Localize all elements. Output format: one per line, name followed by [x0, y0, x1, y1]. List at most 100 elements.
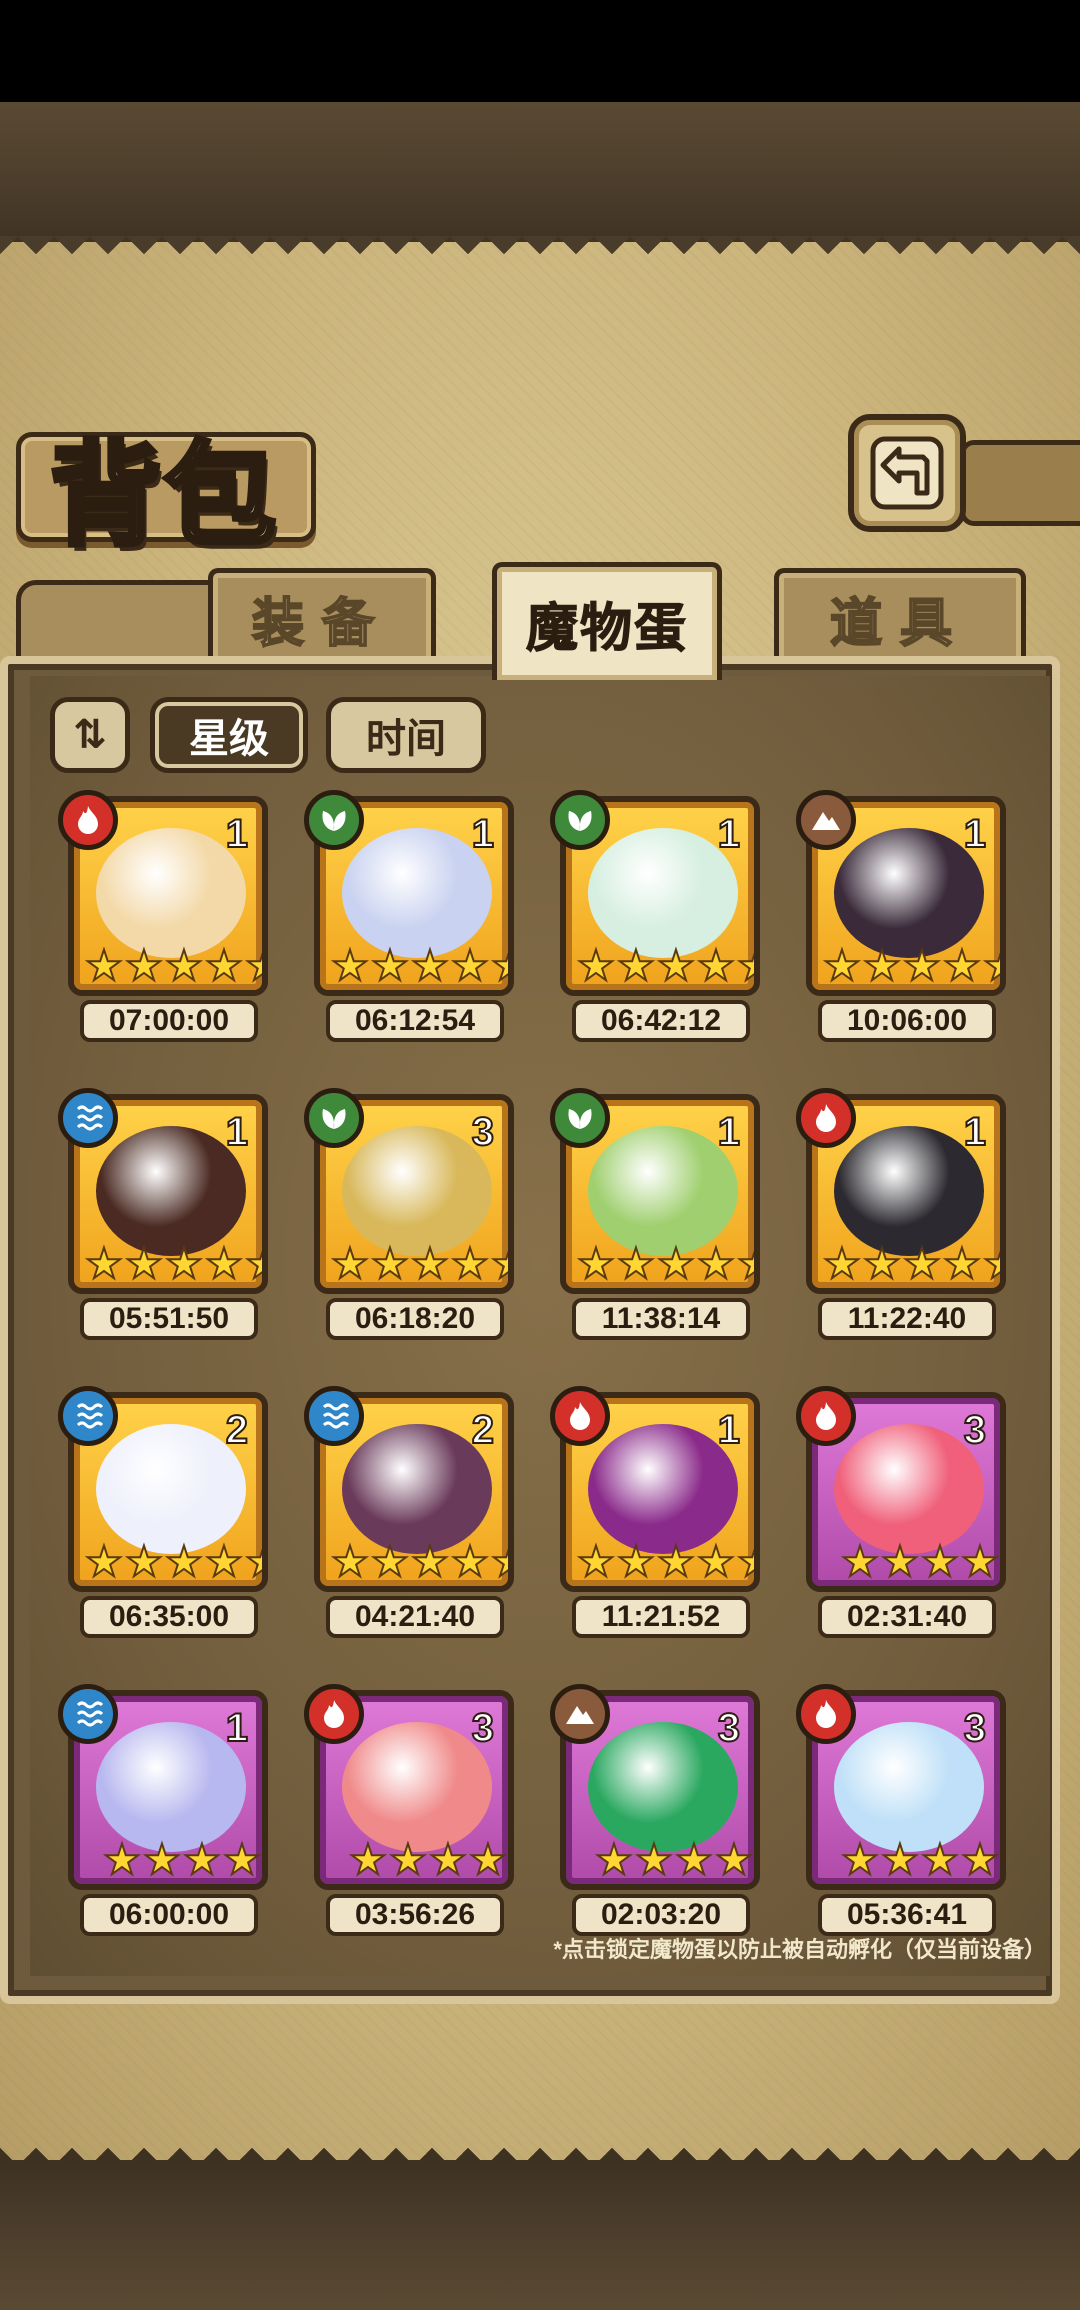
tab-items-label: 道具 [829, 592, 970, 655]
egg-slot[interactable]: 2★★★★★06:35:00 [58, 1386, 268, 1652]
water-element-icon [58, 1088, 118, 1148]
egg-image [342, 1126, 492, 1256]
egg-slot[interactable]: 3★★★★★06:18:20 [304, 1088, 514, 1354]
sort-by-time-button[interactable]: 时间 [326, 697, 486, 773]
star-icon: ★ [902, 1240, 942, 1287]
egg-count: 2 [225, 1407, 249, 1453]
egg-slot[interactable]: 3 ★ ★ ★ ★ 02:31:40 [796, 1386, 1006, 1652]
star-icon: ★ [822, 1240, 862, 1287]
egg-count: 2 [471, 1407, 495, 1453]
star-icon: ★ [982, 944, 1000, 988]
star-icon: ★ [124, 1240, 164, 1287]
star-icon: ★ [428, 1836, 468, 1883]
egg-slot[interactable]: 3 ★ ★ ★ ★ 02:03:20 [550, 1684, 760, 1950]
star-rating: ★ ★ ★ ★ [102, 1836, 262, 1884]
star-icon: ★ [450, 942, 490, 989]
star-icon: ★ [576, 1240, 616, 1287]
grass-element-icon [550, 790, 610, 850]
star-icon: ★ [576, 942, 616, 989]
star-icon: ★ [840, 1836, 880, 1883]
hatch-timer: 06:35:00 [80, 1596, 258, 1638]
egg-slot[interactable]: 1★★★★★11:38:14 [550, 1088, 760, 1354]
star-icon: ★ [124, 1538, 164, 1585]
hatch-timer: 05:36:41 [818, 1894, 996, 1936]
egg-count: 1 [963, 811, 987, 857]
egg-image [588, 1722, 738, 1852]
hatch-timer: 03:56:26 [326, 1894, 504, 1936]
hatch-timer: 06:18:20 [326, 1298, 504, 1340]
egg-count: 1 [225, 1109, 249, 1155]
egg-slot[interactable]: 1★★★★★11:21:52 [550, 1386, 760, 1652]
sort-order-toggle[interactable]: ⇅ [50, 697, 130, 773]
sort-by-star-label: 星级 [189, 717, 269, 761]
back-plate [960, 440, 1080, 526]
star-icon: ★ [902, 942, 942, 989]
egg-slot[interactable]: 1★★★★★07:00:00 [58, 790, 268, 1056]
tab-monster-eggs[interactable]: 魔物蛋 [492, 562, 722, 680]
tab-equipment-label: 装备 [251, 592, 392, 655]
egg-slot[interactable]: 2★★★★★04:21:40 [304, 1386, 514, 1652]
egg-image [588, 828, 738, 958]
tab-items[interactable]: 道具 [774, 568, 1026, 664]
star-rating: ★★★★★ [822, 1240, 1000, 1288]
grass-element-icon [550, 1088, 610, 1148]
star-icon: ★ [330, 942, 370, 989]
star-icon: ★ [84, 1240, 124, 1287]
star-icon: ★ [714, 1836, 754, 1883]
egg-slot[interactable]: 1★★★★★06:12:54 [304, 790, 514, 1056]
star-icon: ★ [164, 942, 204, 989]
fire-element-icon [796, 1088, 856, 1148]
star-icon: ★ [656, 942, 696, 989]
egg-image [588, 1126, 738, 1256]
star-icon: ★ [244, 1540, 262, 1584]
star-icon: ★ [450, 1240, 490, 1287]
star-icon: ★ [736, 944, 754, 988]
map-background-bottom [0, 2160, 1080, 2310]
egg-image [96, 828, 246, 958]
star-icon: ★ [330, 1240, 370, 1287]
back-arrow-icon [870, 436, 944, 510]
star-icon: ★ [736, 1242, 754, 1286]
star-icon: ★ [616, 1538, 656, 1585]
back-button[interactable] [848, 414, 966, 532]
egg-count: 1 [717, 1407, 741, 1453]
star-icon: ★ [370, 942, 410, 989]
star-rating: ★★★★★ [84, 1240, 262, 1288]
tab-monster-eggs-label: 魔物蛋 [525, 598, 688, 660]
star-icon: ★ [942, 1240, 982, 1287]
star-icon: ★ [696, 1240, 736, 1287]
water-element-icon [58, 1386, 118, 1446]
tab-equipment[interactable]: 装备 [208, 568, 436, 664]
star-rating: ★★★★★ [330, 1240, 508, 1288]
star-icon: ★ [880, 1836, 920, 1883]
star-icon: ★ [142, 1836, 182, 1883]
egg-slot[interactable]: 1★★★★★06:42:12 [550, 790, 760, 1056]
egg-slot[interactable]: 1★★★★★10:06:00 [796, 790, 1006, 1056]
egg-slot[interactable]: 1 ★ ★ ★ ★ 06:00:00 [58, 1684, 268, 1950]
star-icon: ★ [410, 942, 450, 989]
star-icon: ★ [960, 1836, 1000, 1883]
egg-image [834, 1126, 984, 1256]
star-icon: ★ [594, 1836, 634, 1883]
star-icon: ★ [244, 944, 262, 988]
egg-slot[interactable]: 3 ★ ★ ★ ★ 05:36:41 [796, 1684, 1006, 1950]
hatch-timer: 06:12:54 [326, 1000, 504, 1042]
egg-slot[interactable]: 1★★★★★05:51:50 [58, 1088, 268, 1354]
star-icon: ★ [410, 1538, 450, 1585]
egg-slot[interactable]: 1★★★★★11:22:40 [796, 1088, 1006, 1354]
torn-edge-top [0, 236, 1080, 270]
star-rating: ★★★★★ [576, 1538, 754, 1586]
status-bar [0, 0, 1080, 102]
sort-by-star-button[interactable]: 星级 [150, 697, 308, 773]
star-icon: ★ [490, 1540, 508, 1584]
star-icon: ★ [164, 1240, 204, 1287]
star-icon: ★ [696, 1538, 736, 1585]
star-icon: ★ [84, 942, 124, 989]
star-icon: ★ [244, 1242, 262, 1286]
star-icon: ★ [656, 1240, 696, 1287]
fire-element-icon [796, 1684, 856, 1744]
star-icon: ★ [696, 942, 736, 989]
fire-element-icon [550, 1386, 610, 1446]
egg-slot[interactable]: 3 ★ ★ ★ ★ 03:56:26 [304, 1684, 514, 1950]
egg-image [96, 1126, 246, 1256]
